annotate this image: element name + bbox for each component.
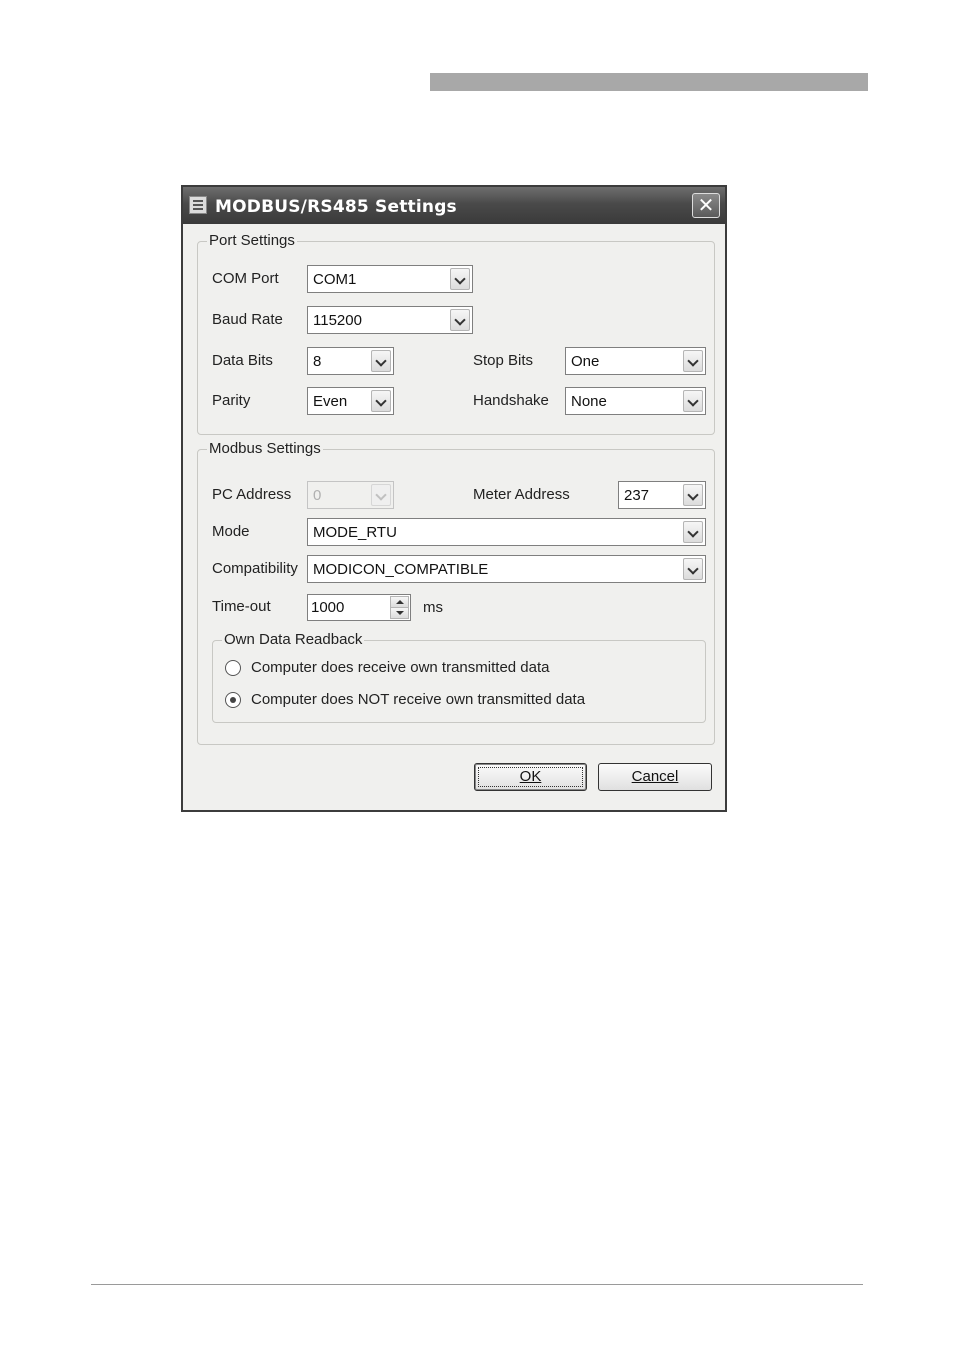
stop-bits-label: Stop Bits [473,352,534,369]
spin-buttons [390,596,409,619]
com-port-select[interactable]: COM1 [307,265,473,293]
ok-button[interactable]: OK [474,763,587,791]
pc-address-value: 0 [313,487,322,504]
chevron-down-icon[interactable] [683,521,703,543]
parity-value: Even [313,393,348,410]
timeout-unit: ms [423,599,443,616]
radio-button-selected-icon[interactable] [225,692,241,708]
baud-rate-select[interactable]: 115200 [307,306,473,334]
spin-down-icon[interactable] [390,607,409,619]
mode-value: MODE_RTU [313,524,397,541]
compatibility-value: MODICON_COMPATIBLE [313,561,489,578]
meter-address-select[interactable]: 237 [618,481,706,509]
ok-button-label: OK [519,768,542,785]
chevron-down-icon[interactable] [683,350,703,372]
port-settings-group: Port Settings COM Port COM1 Baud Rate 11… [197,233,715,435]
meter-address-label: Meter Address [473,486,570,503]
own-data-readback-legend: Own Data Readback [222,631,365,648]
pc-address-label: PC Address [212,486,292,503]
own-data-readback-group: Own Data Readback Computer does receive … [212,632,706,723]
readback-option-label: Computer does NOT receive own transmitte… [251,691,586,708]
title-bar[interactable]: MODBUS/RS485 Settings ✕ [183,187,725,224]
data-bits-label: Data Bits [212,352,273,369]
chevron-down-icon[interactable] [450,309,470,331]
chevron-down-icon[interactable] [371,350,391,372]
chevron-down-icon[interactable] [683,558,703,580]
modbus-settings-legend: Modbus Settings [207,440,323,457]
timeout-stepper[interactable]: 1000 [307,594,411,621]
modbus-settings-group: Modbus Settings PC Address 0 Meter Addre… [197,441,715,745]
cancel-button-label: Cancel [631,768,679,785]
compatibility-select[interactable]: MODICON_COMPATIBLE [307,555,706,583]
baud-rate-label: Baud Rate [212,311,283,328]
com-port-label: COM Port [212,270,279,287]
data-bits-value: 8 [313,353,322,370]
stop-bits-value: One [571,353,600,370]
parity-label: Parity [212,392,251,409]
parity-select[interactable]: Even [307,387,394,415]
handshake-label: Handshake [473,392,549,409]
chevron-down-icon[interactable] [450,268,470,290]
mode-label: Mode [212,523,250,540]
close-button[interactable]: ✕ [692,193,720,218]
com-port-value: COM1 [313,271,357,288]
handshake-value: None [571,393,607,410]
port-settings-legend: Port Settings [207,232,297,249]
baud-rate-value: 115200 [313,312,362,329]
app-window-icon [189,196,207,214]
chevron-down-icon [371,484,391,506]
cancel-button[interactable]: Cancel [598,763,712,791]
chevron-down-icon[interactable] [683,484,703,506]
data-bits-select[interactable]: 8 [307,347,394,375]
dialog-title: MODBUS/RS485 Settings [215,197,457,217]
timeout-value: 1000 [311,599,345,616]
modbus-settings-dialog: MODBUS/RS485 Settings ✕ Port Settings CO… [181,185,727,812]
meter-address-value: 237 [624,487,650,504]
compatibility-label: Compatibility [212,560,298,577]
chevron-down-icon[interactable] [683,390,703,412]
pc-address-select: 0 [307,481,394,509]
mode-select[interactable]: MODE_RTU [307,518,706,546]
page-header-bar [430,73,868,91]
timeout-label: Time-out [212,598,271,615]
handshake-select[interactable]: None [565,387,706,415]
chevron-down-icon[interactable] [371,390,391,412]
radio-button-icon[interactable] [225,660,241,676]
stop-bits-select[interactable]: One [565,347,706,375]
readback-option-label: Computer does receive own transmitted da… [251,659,550,676]
page-footer-rule [91,1284,863,1285]
